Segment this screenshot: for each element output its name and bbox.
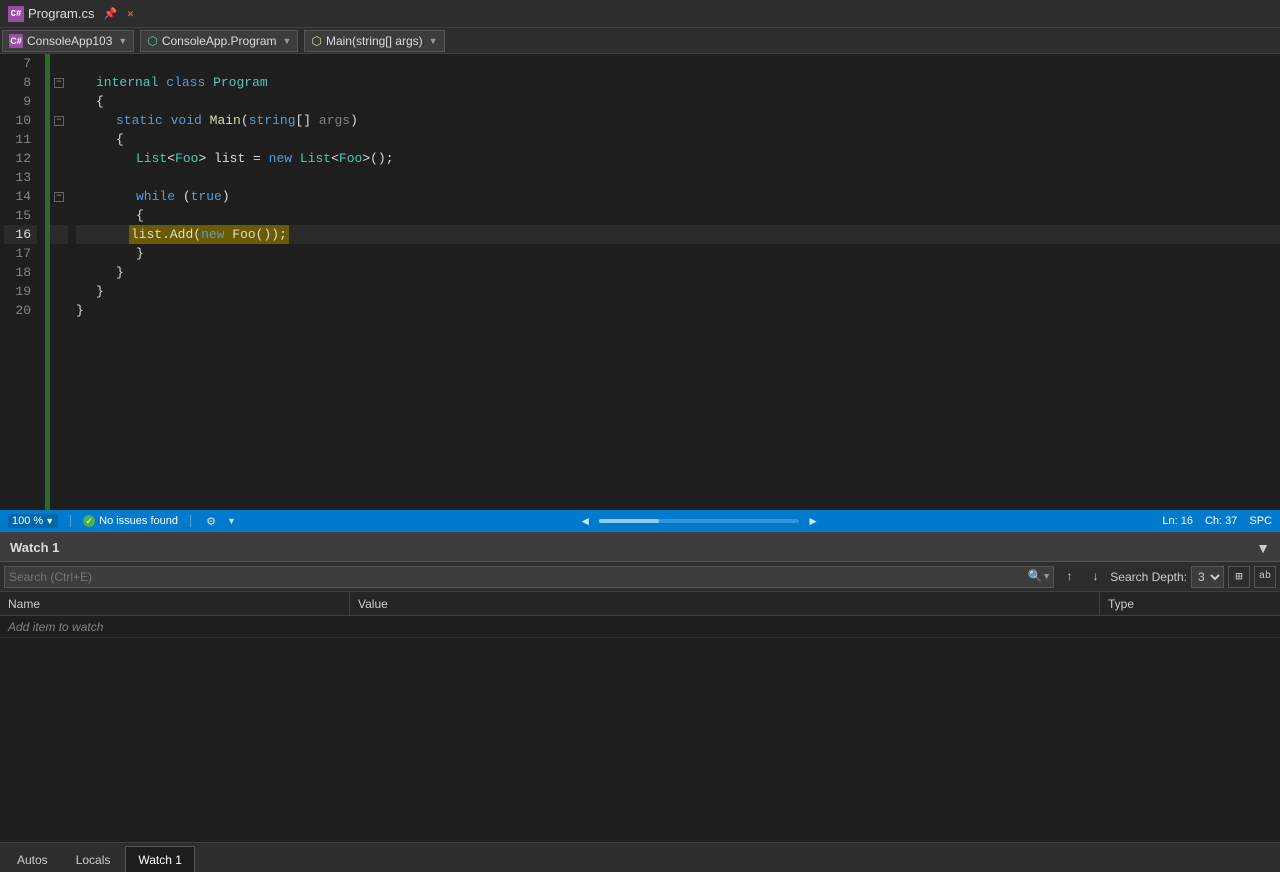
status-divider-1 xyxy=(70,515,71,527)
format-btn[interactable]: ⊞ xyxy=(1228,566,1250,588)
issues-icon: ✓ xyxy=(83,515,95,527)
method-dropdown-arrow: ▼ xyxy=(429,36,438,46)
project-dropdown-arrow: ▼ xyxy=(118,36,127,46)
issues-indicator[interactable]: ✓ No issues found xyxy=(83,515,178,527)
method-icon: ⬡ xyxy=(311,34,321,48)
next-arrow[interactable]: ► xyxy=(807,514,819,528)
search-icon: 🔍 xyxy=(1028,569,1043,584)
expand-btn[interactable]: ab xyxy=(1254,566,1276,588)
watch-title: Watch 1 xyxy=(10,540,59,555)
encoding-info: SPC xyxy=(1249,515,1272,527)
code-line-19: } xyxy=(76,282,1280,301)
depth-select[interactable]: 3 1 2 4 5 xyxy=(1191,566,1224,588)
code-line-16: ➡ list.Add(new Foo()); xyxy=(76,225,1280,244)
project-dropdown[interactable]: C# ConsoleApp103 ▼ xyxy=(2,30,134,52)
code-line-12: List<Foo> list = new List<Foo>(); xyxy=(76,149,1280,168)
editor-area: 7 8 9 10 11 12 13 14 15 16 17 18 19 20 −… xyxy=(0,54,1280,510)
collapse-8[interactable]: − xyxy=(50,73,68,92)
bottom-tabs: Autos Locals Watch 1 xyxy=(0,842,1280,872)
zoom-level: 100 % xyxy=(12,515,43,527)
code-line-11: { xyxy=(76,130,1280,149)
code-line-13 xyxy=(76,168,1280,187)
close-icon[interactable]: ✕ xyxy=(122,6,138,22)
watch-toolbar: 🔍 ▼ ↑ ↓ Search Depth: 3 1 2 4 5 ⊞ ab xyxy=(0,562,1280,592)
depth-label: Search Depth: xyxy=(1110,570,1187,584)
tab-autos[interactable]: Autos xyxy=(4,846,61,872)
add-item-text: Add item to watch xyxy=(8,620,103,634)
scroll-thumb xyxy=(599,519,659,523)
project-name: ConsoleApp103 xyxy=(27,34,112,48)
method-name: Main(string[] args) xyxy=(326,34,423,48)
tab-watch1[interactable]: Watch 1 xyxy=(125,846,195,872)
namespace-icon: ⬡ xyxy=(147,34,157,48)
watch-column-headers: Name Value Type xyxy=(0,592,1280,616)
col-value-header: Value xyxy=(350,592,1100,615)
method-dropdown[interactable]: ⬡ Main(string[] args) ▼ xyxy=(304,30,444,52)
title-filename: Program.cs xyxy=(28,6,94,21)
code-gutter: − − − xyxy=(50,54,68,510)
search-dropdown-arrow: ▼ xyxy=(1044,572,1049,582)
col-info: Ch: 37 xyxy=(1205,515,1237,527)
pin-icon[interactable]: 📌 xyxy=(102,6,118,22)
title-bar: C# Program.cs 📌 ✕ xyxy=(0,0,1280,28)
nav-bar: C# ConsoleApp103 ▼ ⬡ ConsoleApp.Program … xyxy=(0,28,1280,54)
sort-asc-btn[interactable]: ↑ xyxy=(1058,566,1080,588)
search-box[interactable]: 🔍 ▼ xyxy=(4,566,1054,588)
watch-panel: Watch 1 ▼ 🔍 ▼ ↑ ↓ Search Depth: 3 1 2 4 … xyxy=(0,532,1280,842)
issues-text: No issues found xyxy=(99,515,178,527)
watch-collapse-btn[interactable]: ▼ xyxy=(1256,540,1270,556)
collapse-10[interactable]: − xyxy=(50,111,68,130)
code-line-20: } xyxy=(76,301,1280,320)
search-button[interactable]: 🔍 ▼ xyxy=(1028,569,1049,584)
cs-file-icon: C# xyxy=(8,6,24,22)
watch-body[interactable]: Add item to watch xyxy=(0,616,1280,842)
code-line-17: } xyxy=(76,244,1280,263)
code-line-15: { xyxy=(76,206,1280,225)
status-right: Ln: 16 Ch: 37 SPC xyxy=(1162,515,1272,527)
code-line-10: static void Main(string[] args) xyxy=(76,111,1280,130)
scroll-indicator xyxy=(599,519,799,523)
status-middle: ◄ ► xyxy=(244,514,1154,528)
prev-arrow[interactable]: ◄ xyxy=(579,514,591,528)
code-container: 7 8 9 10 11 12 13 14 15 16 17 18 19 20 −… xyxy=(0,54,1280,510)
namespace-dropdown[interactable]: ⬡ ConsoleApp.Program ▼ xyxy=(140,30,298,52)
namespace-name: ConsoleApp.Program xyxy=(162,34,277,48)
code-line-9: { xyxy=(76,92,1280,111)
code-line-14: while (true) xyxy=(76,187,1280,206)
code-content[interactable]: internal class Program { static void Mai… xyxy=(68,54,1280,510)
code-line-18: } xyxy=(76,263,1280,282)
search-input[interactable] xyxy=(9,570,1024,584)
line-numbers: 7 8 9 10 11 12 13 14 15 16 17 18 19 20 xyxy=(0,54,45,510)
namespace-dropdown-arrow: ▼ xyxy=(283,36,292,46)
status-divider-2 xyxy=(190,515,191,527)
zoom-control[interactable]: 100 % ▼ xyxy=(8,514,58,528)
annotation-arrow: ▼ xyxy=(227,516,236,526)
line-info: Ln: 16 xyxy=(1162,515,1193,527)
col-type-header: Type xyxy=(1100,592,1280,615)
zoom-arrow: ▼ xyxy=(45,516,54,526)
watch-header: Watch 1 ▼ xyxy=(0,534,1280,562)
col-name-header: Name xyxy=(0,592,350,615)
cs-nav-icon: C# xyxy=(9,34,23,48)
sort-desc-btn[interactable]: ↓ xyxy=(1084,566,1106,588)
collapse-14[interactable]: − xyxy=(50,187,68,206)
code-line-8: internal class Program xyxy=(76,73,1280,92)
status-bar: 100 % ▼ ✓ No issues found ⚙ ▼ ◄ ► Ln: 16… xyxy=(0,510,1280,532)
add-item-row[interactable]: Add item to watch xyxy=(0,616,1280,638)
debug-arrow: ➡ xyxy=(68,225,69,244)
code-line-7 xyxy=(76,54,1280,73)
tab-locals[interactable]: Locals xyxy=(63,846,124,872)
annotation-icon[interactable]: ⚙ xyxy=(203,513,219,529)
